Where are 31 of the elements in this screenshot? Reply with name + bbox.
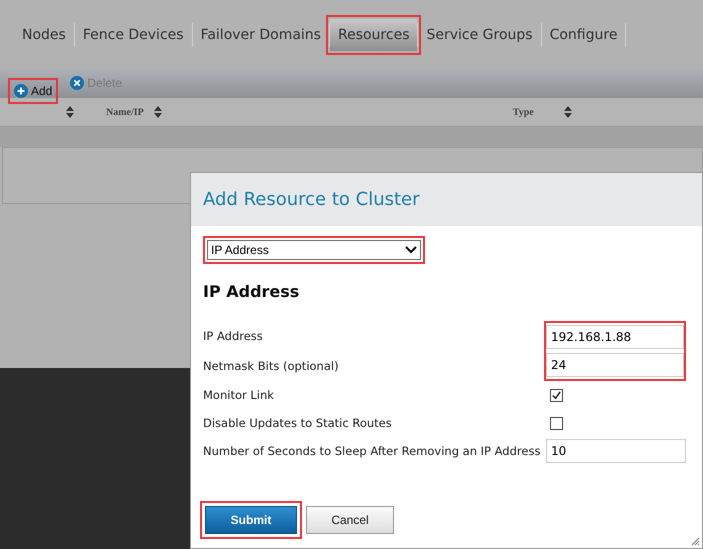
checkbox[interactable]	[550, 416, 563, 430]
dialog-title: Add Resource to Cluster	[191, 173, 702, 226]
field-label: IP Address	[203, 328, 264, 345]
tab[interactable]: Configure	[542, 19, 626, 51]
checkbox[interactable]	[550, 388, 563, 402]
column-header: Name/IP	[106, 106, 144, 118]
sort-icon[interactable]	[564, 106, 572, 118]
sort-icon[interactable]	[66, 106, 74, 118]
sort-icon[interactable]	[154, 106, 162, 118]
tab[interactable]: Service Groups	[418, 19, 541, 51]
cancel-button[interactable]: Cancel	[306, 506, 394, 534]
tab[interactable]: Failover Domains	[192, 19, 329, 51]
field-label: Number of Seconds to Sleep After Removing an IP Address	[203, 443, 542, 460]
field-label: Netmask Bits (optional)	[203, 358, 340, 375]
resize-grip-icon[interactable]	[690, 536, 700, 546]
field-label: Monitor Link	[203, 387, 275, 404]
field-label: Disable Updates to Static Routes	[203, 415, 393, 432]
submit-button[interactable]: Submit	[205, 506, 297, 534]
column-header: Type	[512, 106, 534, 118]
tab[interactable]: Resources	[330, 19, 418, 51]
input-field[interactable]: 24	[546, 353, 684, 377]
plus-icon	[14, 84, 28, 98]
close-icon	[70, 76, 84, 90]
tab[interactable]: Fence Devices	[74, 19, 192, 51]
input-field[interactable]: 192.168.1.88	[546, 325, 684, 349]
resource-type-dropdown[interactable]: IP Address	[207, 240, 421, 260]
chevron-down-icon	[405, 246, 417, 254]
tab[interactable]: Nodes	[14, 19, 74, 51]
add-button[interactable]: Add	[10, 80, 56, 102]
input-field[interactable]: 10	[546, 439, 686, 463]
section-heading: IP Address	[203, 282, 300, 301]
